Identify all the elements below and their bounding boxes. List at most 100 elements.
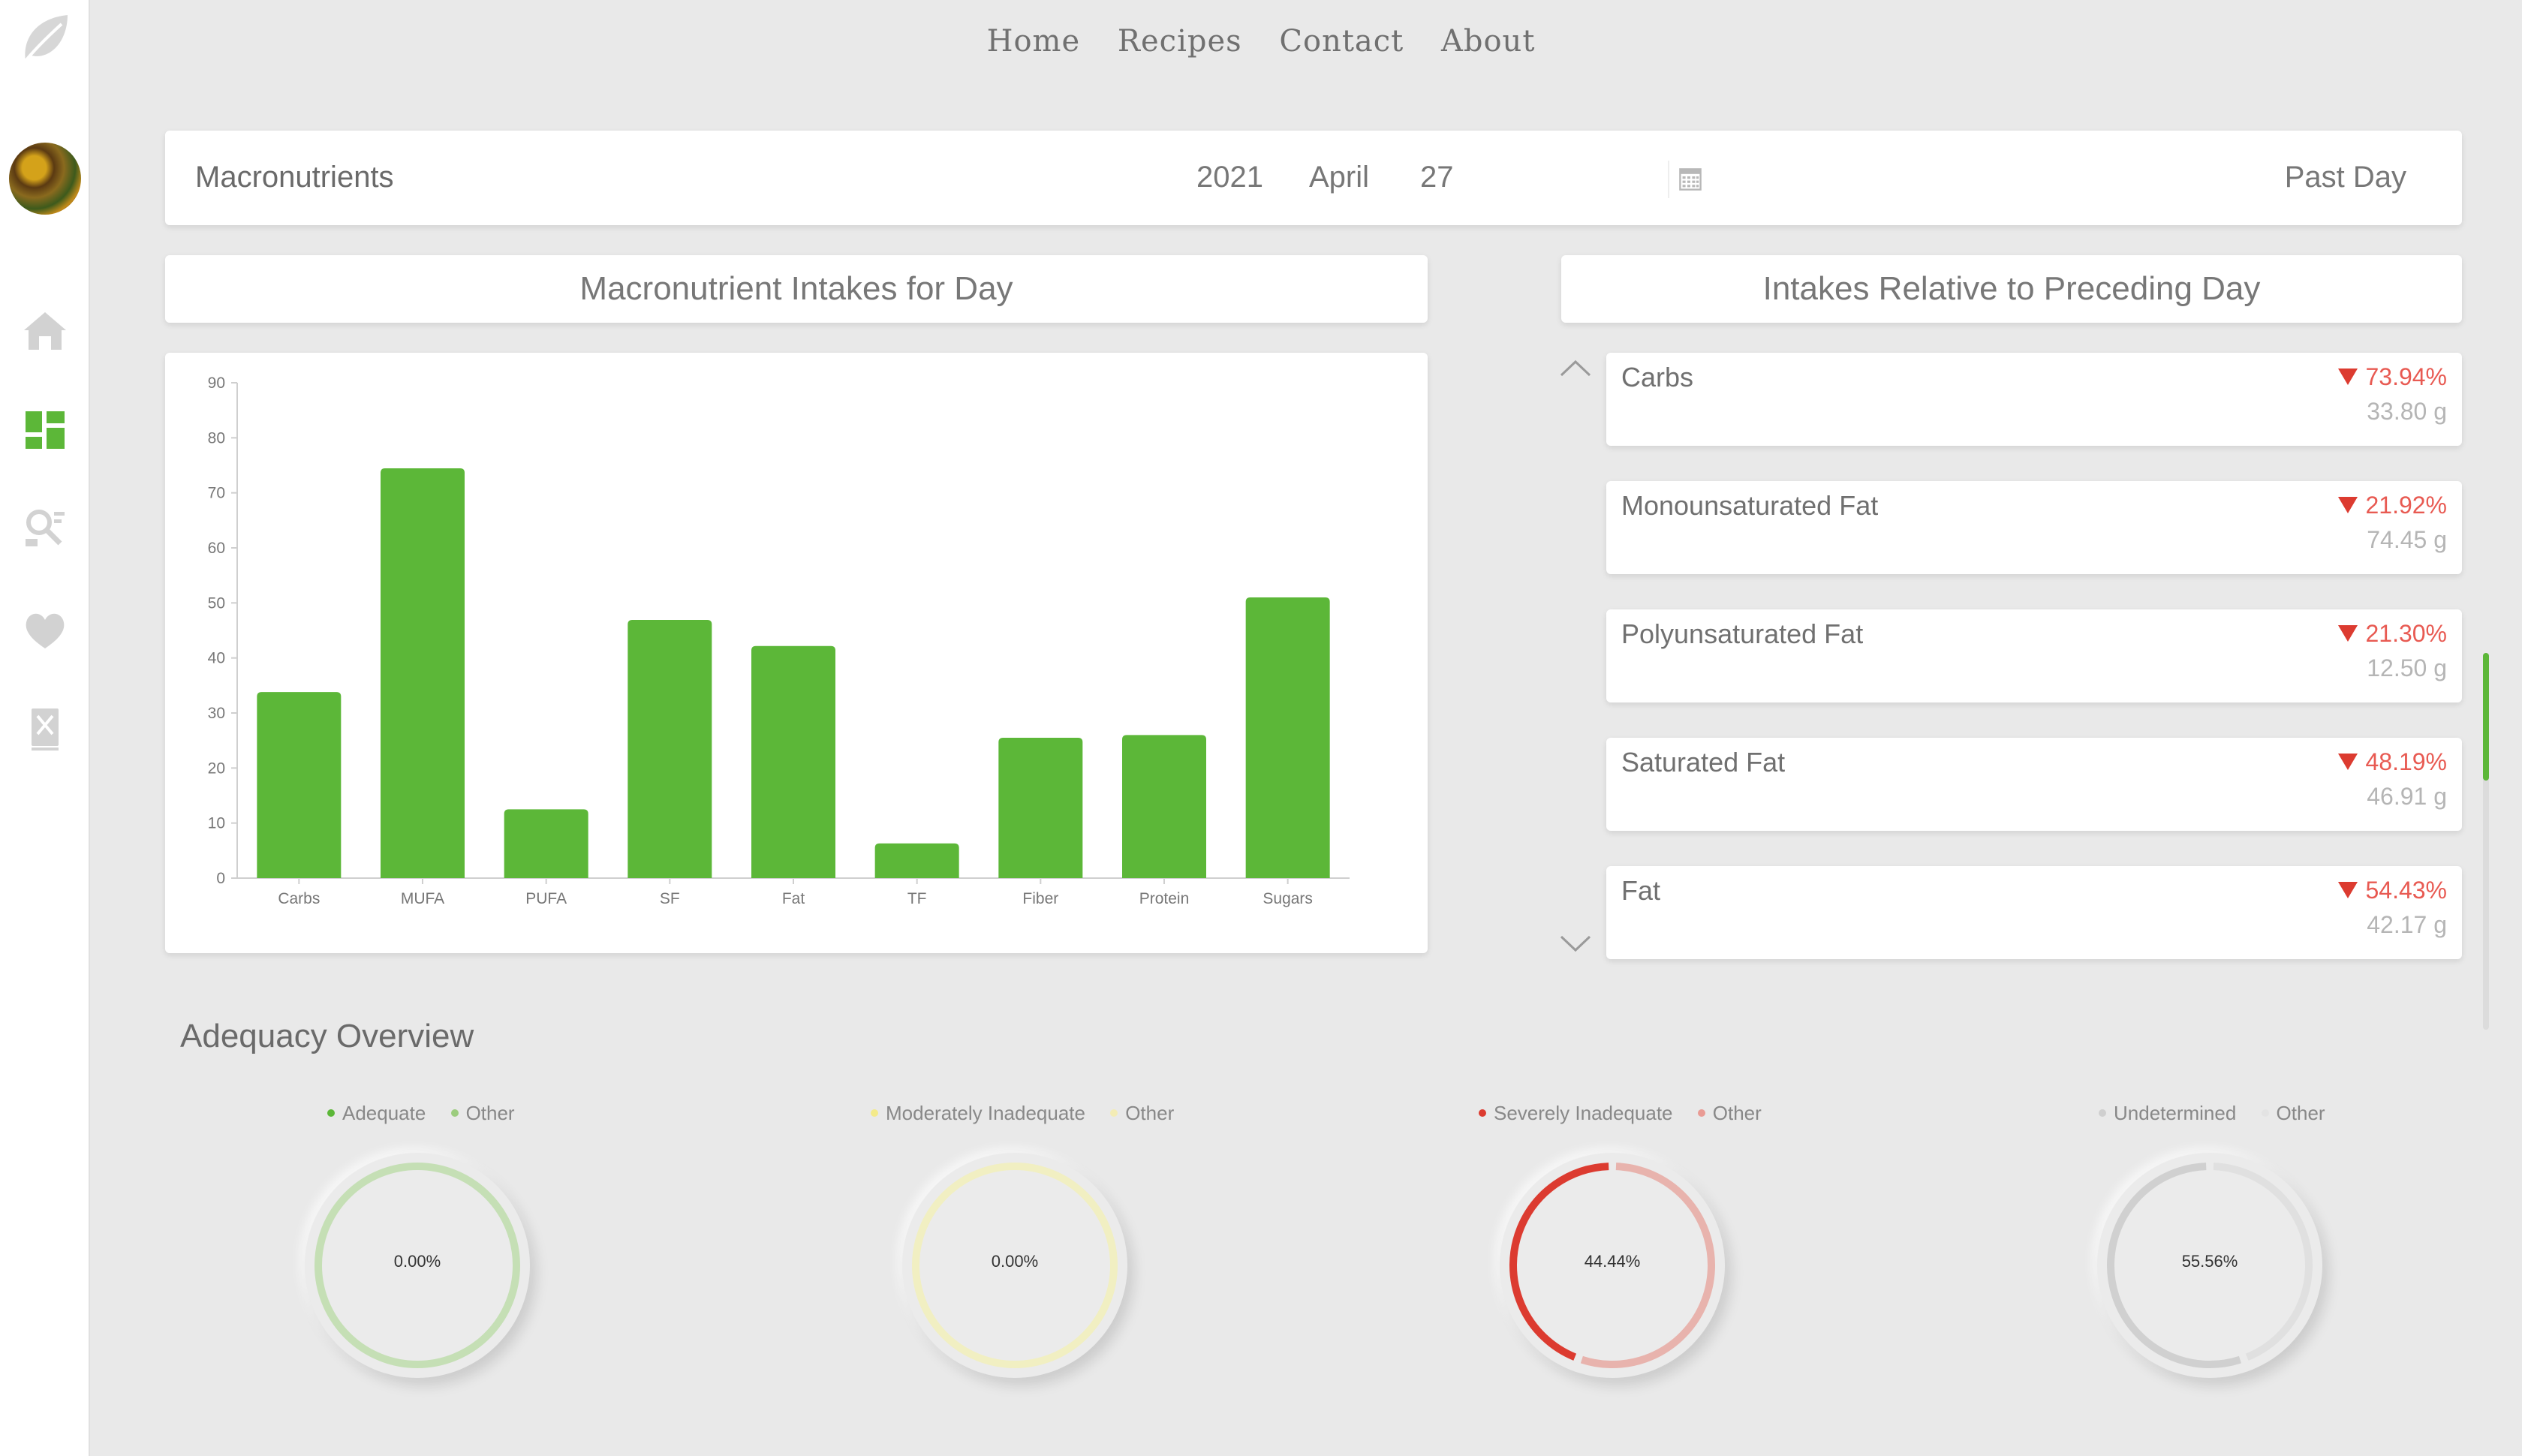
relative-item[interactable]: Carbs 73.94% 33.80 g [1606,353,2462,446]
down-triangle-icon [2338,881,2358,898]
y-tick-label: 60 [208,540,225,557]
legend-item[interactable]: Other [1110,1102,1174,1124]
legend-dot [450,1109,459,1118]
legend-item[interactable]: Severely Inadequate [1479,1102,1673,1124]
down-triangle-icon [2338,496,2358,513]
nutrient-amount: 12.50 g [2367,654,2447,681]
chevron-down-icon[interactable] [1558,932,1593,955]
legend-item[interactable]: Undetermined [2099,1102,2236,1124]
date-selector-bar: Macronutrients 2021 April 27 Past Day [165,131,2462,225]
donut-legend: Moderately Inadequate Other [871,1102,1193,1125]
y-tick-label: 50 [208,594,225,612]
legend-item[interactable]: Other [1697,1102,1762,1124]
macronutrient-bar-chart: 0 10 20 30 40 50 60 70 80 90 Carbs MUFA PUFA SF Fat TF F… [208,375,1350,907]
nutrient-amount: 42.17 g [2367,911,2447,938]
nutrient-name: Saturated Fat [1621,747,1786,778]
bar-protein[interactable] [1122,735,1206,878]
day-select[interactable]: 27 [1420,161,1454,194]
legend-item[interactable]: Other [2261,1102,2325,1124]
nutrient-name: Monounsaturated Fat [1621,490,1879,521]
nav-contact-link[interactable]: Contact [1279,24,1404,59]
legend-item[interactable]: Other [450,1102,515,1124]
y-tick-label: 20 [208,760,225,777]
legend-dot [327,1109,335,1118]
bar-pufa[interactable] [504,809,588,878]
moderately-inadequate-donut[interactable]: 0.00% [902,1153,1127,1378]
list-scrollbar-thumb[interactable] [2483,653,2489,781]
legend-dot [1479,1109,1486,1118]
nutrient-amount: 33.80 g [2367,398,2447,425]
relative-item[interactable]: Fat 54.43% 42.17 g [1606,866,2462,959]
x-tick-label: MUFA [401,890,444,907]
home-icon[interactable] [21,306,69,354]
bar-fat[interactable] [751,645,835,878]
y-tick-label: 80 [208,429,225,447]
year-select[interactable]: 2021 [1196,161,1263,194]
bar-mufa[interactable] [381,468,465,878]
y-tick-label: 10 [208,815,225,832]
donut-value: 55.56% [2181,1252,2238,1271]
nutrient-name: Carbs [1621,362,1694,393]
nutrient-name: Fat [1621,875,1661,906]
relative-section-header: Intakes Relative to Preceding Day [1561,255,2462,323]
y-tick-label: 90 [208,375,225,392]
chevron-up-icon[interactable] [1558,357,1593,380]
relative-section-title: Intakes Relative to Preceding Day [1762,270,2261,307]
change-percent: 21.92% [2338,492,2447,519]
avatar[interactable] [9,143,81,215]
legend-item[interactable]: Adequate [327,1102,426,1124]
x-tick-label: Carbs [278,890,320,907]
severely-inadequate-donut[interactable]: 44.44% [1500,1153,1725,1378]
legend-dot [1697,1109,1705,1118]
x-tick-label: TF [907,890,927,907]
sidebar [0,0,90,1456]
dashboard-icon[interactable] [21,405,69,453]
relative-item[interactable]: Monounsaturated Fat 21.92% 74.45 g [1606,481,2462,574]
bar-sf[interactable] [627,619,712,878]
month-select[interactable]: April [1309,161,1369,194]
legend-dot [871,1109,878,1118]
bar-sugars[interactable] [1245,597,1330,878]
donut-legend: Adequate Other [327,1102,534,1125]
donut-value: 0.00% [991,1252,1039,1271]
nav-home-link[interactable]: Home [987,24,1081,59]
y-tick-label: 30 [208,705,225,722]
bar-tf[interactable] [874,843,959,878]
nutrient-name: Polyunsaturated Fat [1621,618,1864,649]
page-title: Macronutrients [195,161,394,194]
legend-dot [1110,1109,1118,1118]
bar-carbs[interactable] [257,692,342,878]
legend-item[interactable]: Moderately Inadequate [871,1102,1085,1124]
heart-icon[interactable] [21,606,69,654]
macronutrient-bar-chart-card: 0 10 20 30 40 50 60 70 80 90 Carbs MUFA PUFA SF Fat TF F… [165,353,1428,953]
nutrient-amount: 46.91 g [2367,783,2447,810]
x-tick-label: PUFA [525,890,567,907]
donut-value: 44.44% [1584,1252,1641,1271]
nutrient-amount: 74.45 g [2367,526,2447,553]
undetermined-donut[interactable]: 55.56% [2097,1153,2322,1378]
x-tick-label: SF [660,890,680,907]
recipe-icon[interactable] [21,705,69,754]
relative-item[interactable]: Polyunsaturated Fat 21.30% 12.50 g [1606,609,2462,702]
change-percent: 54.43% [2338,877,2447,904]
donut-value: 0.00% [393,1252,441,1271]
nav-about-link[interactable]: About [1441,24,1535,59]
chart-section-header: Macronutrient Intakes for Day [165,255,1428,323]
legend-dot [2099,1109,2106,1118]
range-select[interactable]: Past Day [2285,161,2406,194]
adequate-donut[interactable]: 0.00% [305,1153,530,1378]
chart-section-title: Macronutrient Intakes for Day [579,270,1013,307]
list-scrollbar[interactable] [2483,653,2489,1030]
adequacy-title: Adequacy Overview [180,1018,474,1054]
nutrient-search-icon[interactable] [21,504,69,552]
x-tick-label: Fat [782,890,805,907]
nav-recipes-link[interactable]: Recipes [1118,24,1242,59]
legend-dot [2261,1109,2269,1118]
down-triangle-icon [2338,624,2358,642]
donut-legend: Severely Inadequate Other [1479,1102,1781,1125]
bar-fiber[interactable] [998,738,1083,878]
calendar-icon[interactable] [1668,161,1705,198]
y-tick-label: 0 [216,870,225,887]
relative-item[interactable]: Saturated Fat 48.19% 46.91 g [1606,738,2462,831]
change-percent: 73.94% [2338,363,2447,391]
